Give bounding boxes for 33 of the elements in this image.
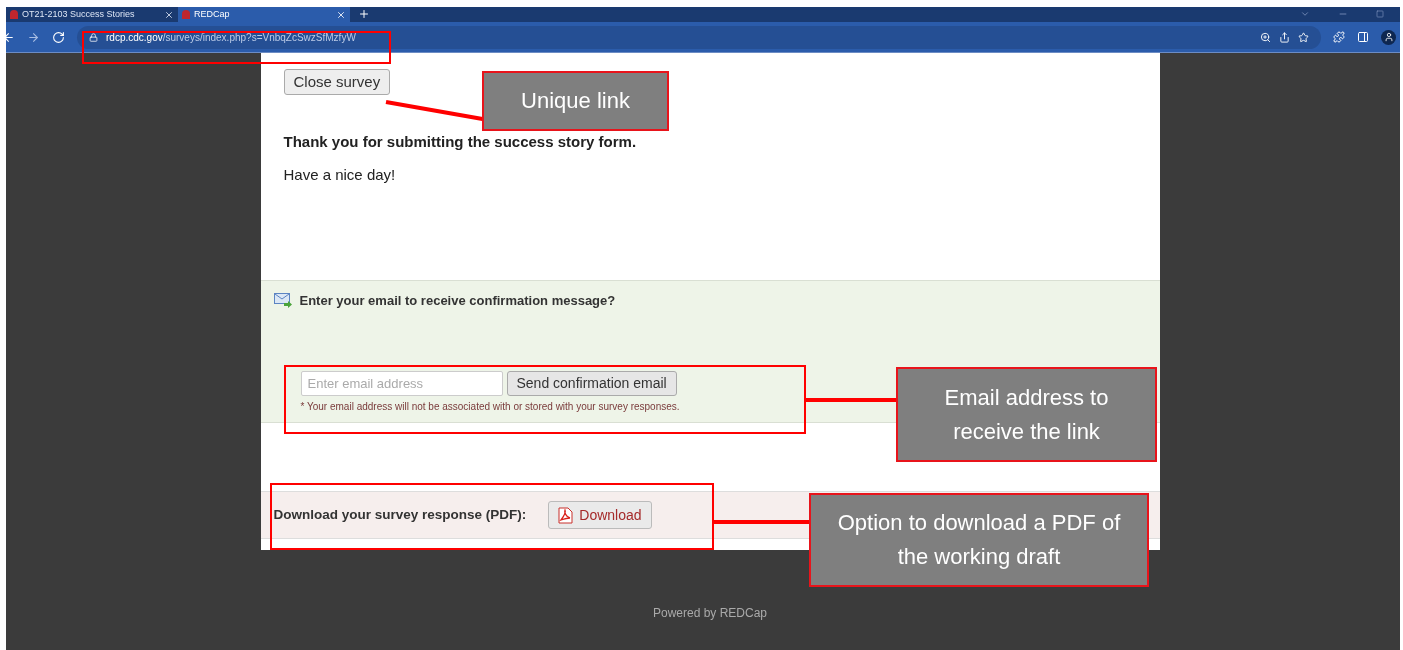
callout-text: Unique link <box>521 87 630 115</box>
url-text: rdcp.cdc.gov/surveys/index.php?s=VnbqZcSwzSfMzfyW <box>106 30 356 45</box>
browser-tab[interactable]: REDCap <box>178 7 350 22</box>
callout-text: Email address to receive the link <box>943 383 1110 446</box>
email-field[interactable]: Enter email address <box>300 370 503 396</box>
reload-icon[interactable] <box>52 30 65 44</box>
close-survey-button[interactable]: Close survey <box>283 69 391 95</box>
send-email-button[interactable]: Send confirmation email <box>506 370 677 396</box>
logo-icon <box>182 10 190 19</box>
lock-icon <box>89 32 98 42</box>
forward-icon[interactable] <box>27 30 40 44</box>
puzzle-icon[interactable] <box>1333 31 1345 43</box>
star-icon[interactable] <box>1298 31 1309 43</box>
address-bar[interactable]: rdcp.cdc.gov/surveys/index.php?s=VnbqZcSwzSfMzfyW <box>77 25 1321 49</box>
callout-text: Option to download a PDF of the working draft <box>836 509 1122 571</box>
privacy-note: * Your email address will not be associated with or stored with your survey responses. <box>300 399 680 414</box>
close-icon[interactable] <box>164 9 174 20</box>
zoom-icon[interactable] <box>1260 31 1271 43</box>
logo-icon <box>10 10 18 19</box>
pdf-icon <box>558 506 574 524</box>
footer-text: Powered by REDCap <box>652 605 768 622</box>
new-tab-icon[interactable] <box>358 8 370 20</box>
download-label: Download your survey response (PDF): <box>273 505 527 524</box>
close-icon[interactable] <box>336 9 346 20</box>
email-prompt: Enter your email to receive confirmation message? <box>299 292 616 310</box>
side-panel-icon[interactable] <box>1357 31 1369 43</box>
download-button[interactable]: Download <box>548 501 652 529</box>
profile-icon[interactable] <box>1381 29 1396 45</box>
share-icon[interactable] <box>1279 31 1290 43</box>
closing-message: Have a nice day! <box>283 164 396 185</box>
browser-tab[interactable]: OT21-2103 Success Stories <box>6 7 178 22</box>
thank-you-heading: Thank you for submitting the success story form. <box>283 132 637 152</box>
envelope-icon <box>273 293 292 309</box>
